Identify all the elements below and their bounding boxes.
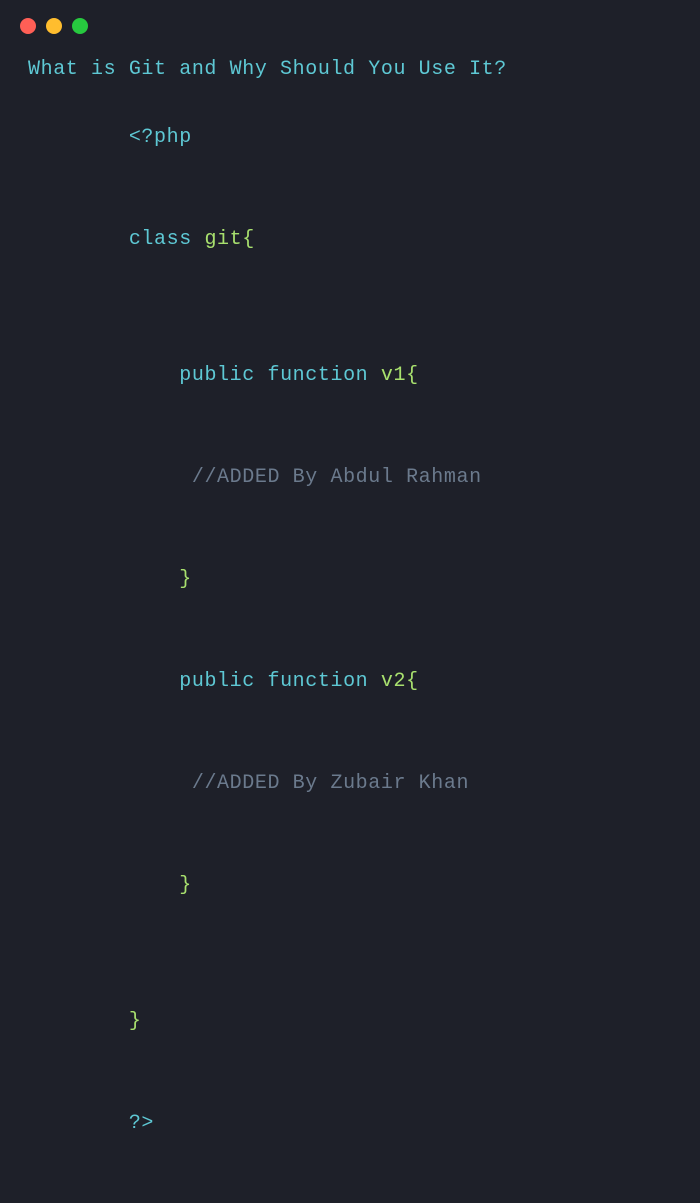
maximize-button[interactable] [72, 18, 88, 34]
class-keyword: class [129, 228, 205, 251]
code-line-class: class git{ [28, 189, 672, 291]
fn1-function: function [267, 364, 380, 387]
fn1-indent [129, 364, 179, 387]
code-line-php: <?php [28, 87, 672, 189]
code-block: <?php class git{ public function v1{ //A… [28, 87, 672, 1175]
code-line-empty2 [28, 937, 672, 971]
fn2-close-brace: } [179, 874, 192, 897]
fn2-comment: //ADDED By Zubair Khan [192, 772, 469, 795]
fn1-public: public [179, 364, 267, 387]
code-line-fn1-close: } [28, 529, 672, 631]
fn1-open-brace: { [406, 364, 419, 387]
title-line: What is Git and Why Should You Use It? [28, 58, 672, 81]
fn2-public: public [179, 670, 267, 693]
open-brace: { [242, 228, 255, 251]
fn2-indent [129, 670, 179, 693]
minimize-button[interactable] [46, 18, 62, 34]
fn1-comment-indent [129, 466, 192, 489]
code-line-empty1 [28, 291, 672, 325]
code-line-close-brace: } [28, 971, 672, 1073]
fn2-name: v2 [381, 670, 406, 693]
code-line-fn2: public function v2{ [28, 631, 672, 733]
close-button[interactable] [20, 18, 36, 34]
fn2-function: function [267, 670, 380, 693]
fn2-close-indent [129, 874, 179, 897]
fn1-close-brace: } [179, 568, 192, 591]
terminal-window: What is Git and Why Should You Use It? <… [0, 0, 700, 623]
titlebar [0, 0, 700, 48]
code-line-fn1: public function v1{ [28, 325, 672, 427]
traffic-lights [20, 18, 88, 34]
code-line-fn2-comment: //ADDED By Zubair Khan [28, 733, 672, 835]
php-open-tag: <?php [129, 126, 192, 149]
code-area: What is Git and Why Should You Use It? <… [0, 48, 700, 1203]
fn2-open-brace: { [406, 670, 419, 693]
class-close-brace: } [129, 1010, 142, 1033]
fn1-close-indent [129, 568, 179, 591]
fn1-comment: //ADDED By Abdul Rahman [192, 466, 482, 489]
code-line-close-php: ?> [28, 1073, 672, 1175]
fn2-comment-indent [129, 772, 192, 795]
code-line-fn2-close: } [28, 835, 672, 937]
code-line-fn1-comment: //ADDED By Abdul Rahman [28, 427, 672, 529]
php-close-tag: ?> [129, 1112, 154, 1135]
class-name: git [204, 228, 242, 251]
fn1-name: v1 [381, 364, 406, 387]
